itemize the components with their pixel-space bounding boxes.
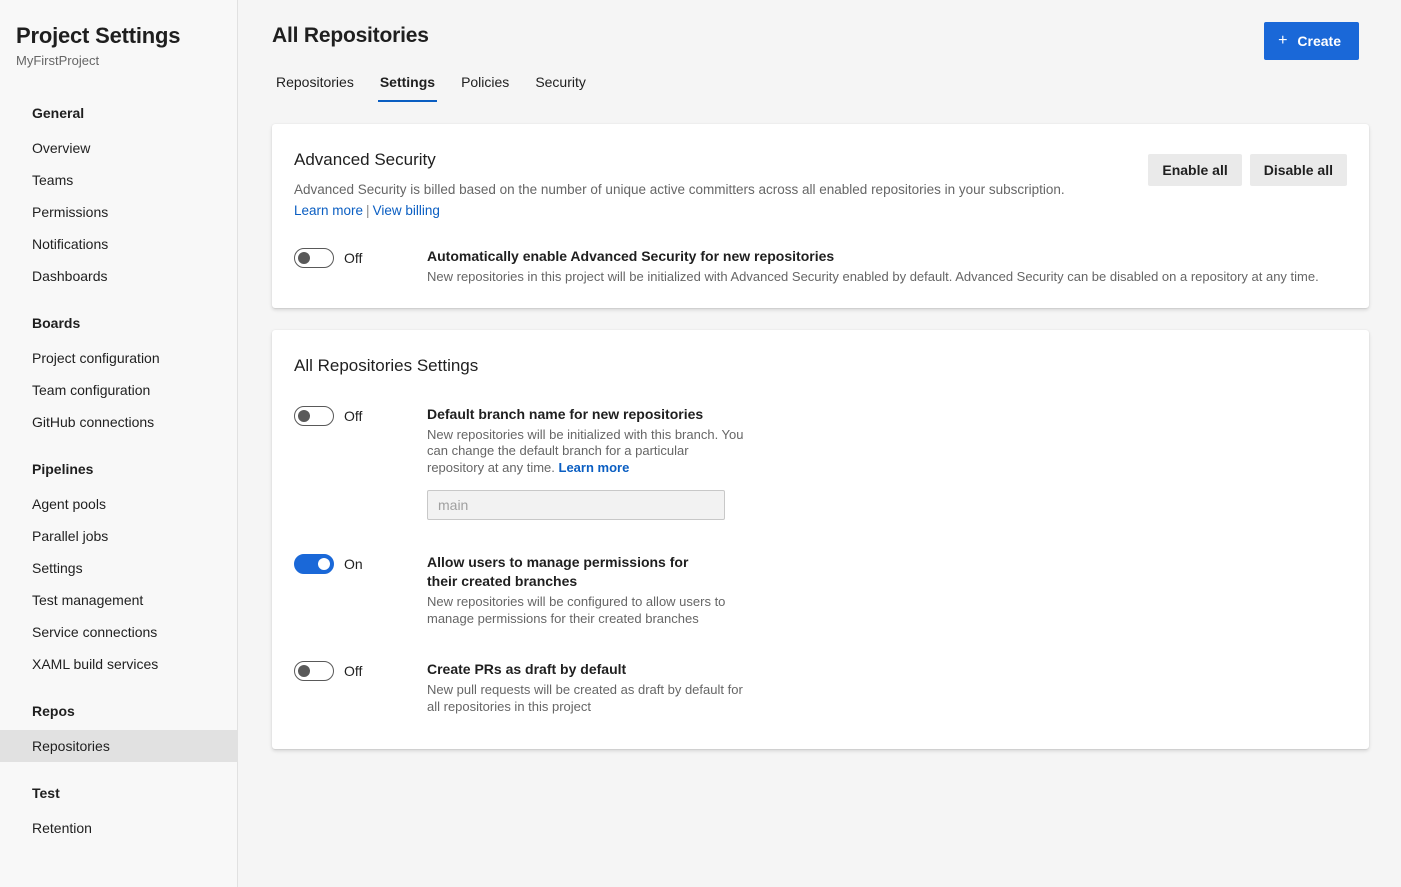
default-branch-learn-more-link[interactable]: Learn more	[559, 460, 630, 475]
create-prs-draft-toggle-cell: Off	[294, 659, 427, 681]
nav-group-boards: Boards	[32, 315, 81, 331]
nav-group-test: Test	[32, 785, 60, 801]
sidebar-item-xaml-build-services[interactable]: XAML build services	[0, 648, 237, 680]
sidebar-item-notifications[interactable]: Notifications	[0, 228, 237, 260]
allow-manage-permissions-toggle[interactable]	[294, 554, 334, 574]
sidebar-title: Project Settings	[16, 23, 181, 48]
enable-all-button[interactable]: Enable all	[1148, 154, 1242, 186]
all-repositories-settings-title: All Repositories Settings	[294, 355, 479, 375]
default-branch-setting-body: Default branch name for new repositories…	[427, 404, 1347, 520]
default-branch-setting-title: Default branch name for new repositories	[427, 405, 704, 422]
sidebar-item-retention[interactable]: Retention	[0, 812, 237, 844]
main-content: All Repositories + Create Repositories S…	[238, 0, 1401, 887]
plus-icon: +	[1278, 32, 1288, 49]
create-prs-draft-row: Off Create PRs as draft by default New p…	[294, 659, 1347, 715]
app-root: Project Settings MyFirstProject General …	[0, 0, 1401, 887]
sidebar-item-overview[interactable]: Overview	[0, 132, 237, 164]
create-button-label: Create	[1297, 33, 1341, 49]
sidebar-item-permissions[interactable]: Permissions	[0, 196, 237, 228]
toggle-knob	[298, 409, 310, 422]
sidebar-item-teams[interactable]: Teams	[0, 164, 237, 196]
sidebar-item-github-connections[interactable]: GitHub connections	[0, 406, 237, 438]
auto-enable-setting-description: New repositories in this project will be…	[427, 269, 1319, 284]
page-header: All Repositories + Create Repositories S…	[238, 0, 1401, 102]
link-separator: |	[366, 203, 370, 218]
advanced-security-card: Advanced Security Advanced Security is b…	[272, 124, 1369, 308]
allow-manage-permissions-body: Allow users to manage permissions for th…	[427, 552, 1347, 627]
disable-all-button[interactable]: Disable all	[1249, 154, 1347, 186]
create-prs-draft-body: Create PRs as draft by default New pull …	[427, 659, 1347, 715]
sidebar-item-settings[interactable]: Settings	[0, 552, 237, 584]
toggle-knob	[318, 558, 330, 570]
sidebar-item-project-configuration[interactable]: Project configuration	[0, 342, 237, 374]
auto-enable-setting-title: Automatically enable Advanced Security f…	[427, 248, 835, 264]
create-prs-draft-toggle-state: Off	[344, 663, 363, 679]
allow-manage-permissions-toggle-state: On	[344, 556, 363, 572]
tab-repositories[interactable]: Repositories	[274, 68, 356, 102]
auto-enable-toggle-cell: Off	[294, 246, 427, 268]
advanced-security-links: Learn more | View billing	[294, 201, 1347, 220]
allow-manage-permissions-toggle-cell: On	[294, 552, 427, 574]
view-billing-link[interactable]: View billing	[373, 203, 440, 218]
default-branch-name-row: Off Default branch name for new reposito…	[294, 404, 1347, 520]
allow-manage-permissions-title: Allow users to manage permissions for th…	[427, 554, 689, 589]
tab-settings[interactable]: Settings	[377, 68, 438, 102]
auto-enable-setting-body: Automatically enable Advanced Security f…	[427, 246, 1347, 286]
sidebar-subtitle: MyFirstProject	[16, 53, 100, 68]
tab-bar: Repositories Settings Policies Security	[272, 68, 1367, 102]
create-prs-draft-description: New pull requests will be created as dra…	[427, 682, 743, 714]
sidebar-item-repositories[interactable]: Repositories	[0, 730, 237, 762]
tab-security[interactable]: Security	[533, 68, 588, 102]
tab-policies[interactable]: Policies	[459, 68, 511, 102]
create-prs-draft-toggle[interactable]	[294, 661, 334, 681]
default-branch-name-input[interactable]	[427, 490, 725, 520]
sidebar-item-test-management[interactable]: Test management	[0, 584, 237, 616]
all-repositories-settings-card: All Repositories Settings Off Default br…	[272, 329, 1369, 749]
default-branch-toggle-cell: Off	[294, 404, 427, 426]
sidebar-item-agent-pools[interactable]: Agent pools	[0, 488, 237, 520]
auto-enable-toggle-state: Off	[344, 250, 363, 266]
default-branch-name-toggle[interactable]	[294, 405, 334, 426]
toggle-knob	[298, 665, 310, 677]
settings-content: Advanced Security Advanced Security is b…	[238, 102, 1401, 749]
sidebar-nav: General Overview Teams Permissions Notif…	[0, 94, 237, 844]
allow-manage-permissions-row: On Allow users to manage permissions for…	[294, 552, 1347, 627]
sidebar: Project Settings MyFirstProject General …	[0, 0, 238, 887]
toggle-knob	[298, 252, 310, 264]
sidebar-item-dashboards[interactable]: Dashboards	[0, 260, 237, 292]
default-branch-setting-description: New repositories will be initialized wit…	[427, 427, 747, 477]
allow-manage-permissions-description: New repositories will be configured to a…	[427, 594, 726, 626]
advanced-security-actions: Enable all Disable all	[1148, 154, 1347, 186]
auto-enable-advanced-security-toggle[interactable]	[294, 248, 334, 268]
default-branch-toggle-state: Off	[344, 407, 363, 424]
learn-more-link[interactable]: Learn more	[294, 203, 363, 218]
create-button[interactable]: + Create	[1264, 22, 1359, 60]
nav-group-repos: Repos	[32, 703, 75, 719]
sidebar-item-parallel-jobs[interactable]: Parallel jobs	[0, 520, 237, 552]
advanced-security-description: Advanced Security is billed based on the…	[294, 182, 1065, 197]
sidebar-item-team-configuration[interactable]: Team configuration	[0, 374, 237, 406]
nav-group-pipelines: Pipelines	[32, 461, 94, 477]
auto-enable-advanced-security-row: Off Automatically enable Advanced Securi…	[294, 246, 1347, 286]
create-prs-draft-title: Create PRs as draft by default	[427, 661, 627, 677]
page-title: All Repositories	[272, 24, 429, 47]
sidebar-item-service-connections[interactable]: Service connections	[0, 616, 237, 648]
nav-group-general: General	[32, 105, 85, 121]
